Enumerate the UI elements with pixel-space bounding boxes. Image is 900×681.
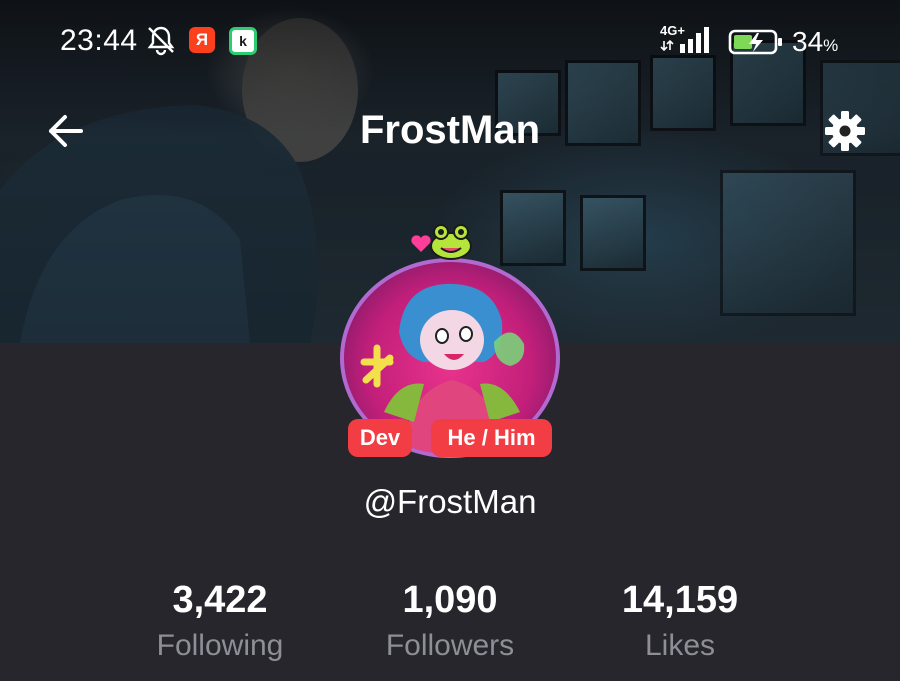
settings-button[interactable] bbox=[818, 104, 872, 158]
svg-text:4G+: 4G+ bbox=[660, 23, 685, 38]
battery-percent: 34% bbox=[792, 26, 839, 57]
stat-label: Followers bbox=[385, 629, 515, 662]
stat-followers[interactable]: 1,090 Followers bbox=[340, 578, 560, 664]
signal-icon: 4G+ bbox=[660, 22, 718, 61]
badge-role: Dev bbox=[348, 419, 412, 457]
battery-charging-icon bbox=[728, 28, 788, 61]
status-time: 23:44 bbox=[60, 24, 138, 57]
stat-likes[interactable]: 14,159 Likes bbox=[570, 578, 790, 664]
stat-following[interactable]: 3,422 Following bbox=[110, 578, 330, 664]
stat-value: 1,090 bbox=[402, 579, 498, 621]
status-bar: 23:44 Я k 4G+ 34% bbox=[0, 0, 900, 80]
stat-value: 14,159 bbox=[621, 579, 739, 621]
page-title: FrostMan bbox=[360, 108, 540, 152]
k-app-icon: k bbox=[229, 27, 257, 55]
heart-icon bbox=[411, 235, 431, 252]
stat-label: Likes bbox=[644, 629, 716, 662]
badge-pronouns: He / Him bbox=[431, 419, 552, 457]
profile-username: @FrostMan bbox=[363, 483, 537, 520]
bell-off-icon bbox=[145, 24, 177, 61]
yandex-app-icon: Я bbox=[189, 27, 215, 53]
frog-icon bbox=[430, 224, 472, 260]
gear-icon bbox=[825, 111, 865, 151]
profile-badges: Dev He / Him bbox=[0, 419, 900, 459]
stat-value: 3,422 bbox=[172, 579, 268, 621]
stat-label: Following bbox=[156, 629, 284, 662]
